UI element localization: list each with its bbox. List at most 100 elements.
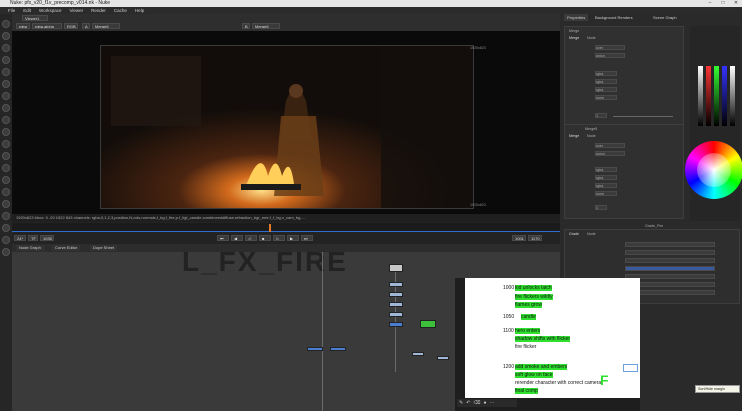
draw-tool-icon[interactable] <box>2 44 10 52</box>
metadata-tool-icon[interactable] <box>2 164 10 172</box>
tab-properties[interactable]: Properties <box>564 14 589 21</box>
toolsets-icon[interactable] <box>2 200 10 208</box>
timeline-ruler[interactable] <box>12 223 560 231</box>
a-channels-select[interactable]: rgba <box>595 71 617 76</box>
input-b-node[interactable]: Merge6 <box>252 23 280 29</box>
pen-icon[interactable]: ✎ <box>459 400 463 406</box>
viewer-tab[interactable]: Viewer1 <box>22 15 48 21</box>
green-slider[interactable] <box>714 66 719 126</box>
blue-slider[interactable] <box>722 66 727 126</box>
input-a-node[interactable]: Merge6 <box>92 23 120 29</box>
step-forward-button[interactable]: ▶ <box>287 235 299 241</box>
transform-tool-icon[interactable] <box>2 128 10 136</box>
other-tool-icon[interactable] <box>2 212 10 220</box>
fps-field[interactable]: 24* <box>14 235 26 241</box>
tab-grade[interactable]: Grade <box>569 232 579 236</box>
node[interactable] <box>389 292 403 297</box>
close-icon[interactable]: ✕ <box>730 0 742 7</box>
node[interactable] <box>389 312 403 317</box>
mix-field[interactable]: 1 <box>595 205 607 210</box>
blackpoint-row[interactable] <box>625 250 715 255</box>
mix-slider[interactable] <box>613 116 673 117</box>
step-back-button[interactable]: ◀ <box>231 235 243 241</box>
bbox-select[interactable]: union <box>595 53 625 58</box>
channels-select[interactable]: rgba <box>16 23 30 29</box>
menu-cache[interactable]: Cache <box>114 7 127 14</box>
red-slider[interactable] <box>706 66 711 126</box>
color-icon[interactable]: ● <box>483 400 486 406</box>
merge-node[interactable] <box>307 347 323 351</box>
read-node[interactable] <box>389 264 403 272</box>
filter-tool-icon[interactable] <box>2 92 10 100</box>
merge-node[interactable] <box>330 347 346 351</box>
playhead[interactable] <box>269 224 271 232</box>
operation-select[interactable]: over <box>595 143 625 148</box>
node[interactable] <box>412 352 424 356</box>
merge-tool-icon[interactable] <box>2 116 10 124</box>
also-merge-select[interactable]: none <box>595 191 617 196</box>
merge-node[interactable] <box>389 322 403 327</box>
menu-viewer[interactable]: Viewer <box>69 7 83 14</box>
views-tool-icon[interactable] <box>2 152 10 160</box>
more-icon[interactable]: ⋯ <box>490 400 495 406</box>
channel-tool-icon[interactable] <box>2 68 10 76</box>
channel-row[interactable] <box>625 242 715 247</box>
layer-select[interactable]: rgba.alpha <box>32 23 62 29</box>
stop-button[interactable]: ■ <box>259 235 271 241</box>
tab-node[interactable]: Node <box>587 134 596 138</box>
alpha-slider[interactable] <box>730 66 735 126</box>
ocio-tool-icon[interactable] <box>2 236 10 244</box>
undo-icon[interactable]: ↶ <box>466 400 470 406</box>
tab-background-renders[interactable]: Background Renders <box>592 14 636 21</box>
node[interactable] <box>437 356 449 360</box>
gizmo-tool-icon[interactable] <box>2 248 10 256</box>
tab-node-graph[interactable]: Node Graph <box>16 245 44 251</box>
value-slider[interactable] <box>698 66 703 126</box>
output-select[interactable]: rgba <box>595 87 617 92</box>
menu-file[interactable]: File <box>8 7 15 14</box>
pointer-tool-icon[interactable] <box>2 20 10 28</box>
eraser-icon[interactable]: ⌫ <box>473 400 480 406</box>
lift-row[interactable] <box>625 266 715 271</box>
mix-field[interactable]: 1 <box>595 113 607 118</box>
tab-node[interactable]: Node <box>587 232 596 236</box>
node[interactable] <box>389 282 403 287</box>
play-back-button[interactable]: ◁ <box>245 235 257 241</box>
menu-help[interactable]: Help <box>135 7 144 14</box>
tab-dope-sheet[interactable]: Dope Sheet <box>90 245 118 251</box>
whitepoint-row[interactable] <box>625 258 715 263</box>
menu-workspace[interactable]: Workspace <box>39 7 61 14</box>
node[interactable] <box>389 302 403 307</box>
3d-tool-icon[interactable] <box>2 140 10 148</box>
color-wheel[interactable] <box>685 141 742 199</box>
play-button[interactable]: ▷ <box>273 235 285 241</box>
operation-select[interactable]: over <box>595 45 625 50</box>
menu-edit[interactable]: Edit <box>23 7 31 14</box>
minimize-icon[interactable]: – <box>704 0 716 7</box>
skip-end-button[interactable]: ⏭ <box>301 235 313 241</box>
keyer-tool-icon[interactable] <box>2 104 10 112</box>
tab-merge[interactable]: Merge <box>569 36 579 40</box>
furnace-tool-icon[interactable] <box>2 224 10 232</box>
particles-tool-icon[interactable] <box>2 176 10 184</box>
deep-tool-icon[interactable] <box>2 188 10 196</box>
tab-node[interactable]: Node <box>587 36 596 40</box>
b-channels-select[interactable]: rgba <box>595 175 617 180</box>
tab-merge[interactable]: Merge <box>569 134 579 138</box>
frame-field[interactable]: 1035 <box>40 235 54 241</box>
input-b-label[interactable]: B <box>242 23 250 29</box>
maximize-icon[interactable]: □ <box>717 0 729 7</box>
tab-curve-editor[interactable]: Curve Editor <box>52 245 81 251</box>
range-start[interactable]: 1001 <box>512 235 526 241</box>
bbox-select[interactable]: union <box>595 151 625 156</box>
range-end[interactable]: 1170 <box>528 235 542 241</box>
also-merge-select[interactable]: none <box>595 95 617 100</box>
tab-scene-graph[interactable]: Scene Graph <box>650 14 680 21</box>
menu-render[interactable]: Render <box>91 7 106 14</box>
time-tool-icon[interactable] <box>2 56 10 64</box>
b-channels-select[interactable]: rgba <box>595 79 617 84</box>
output-select[interactable]: rgba <box>595 183 617 188</box>
image-tool-icon[interactable] <box>2 32 10 40</box>
skip-start-button[interactable]: ⏮ <box>217 235 229 241</box>
input-a-label[interactable]: A <box>82 23 90 29</box>
